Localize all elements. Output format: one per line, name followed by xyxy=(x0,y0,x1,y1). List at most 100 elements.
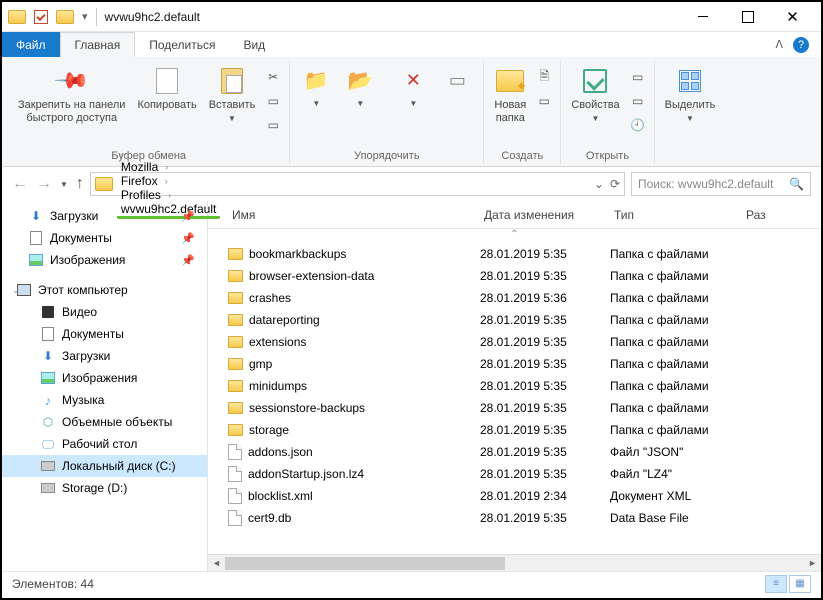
file-list[interactable]: bookmarkbackups28.01.2019 5:35Папка с фа… xyxy=(208,243,821,554)
horizontal-scrollbar[interactable]: ◄► xyxy=(208,554,821,571)
chevron-right-icon[interactable]: › xyxy=(165,190,174,200)
file-date: 28.01.2019 5:35 xyxy=(480,379,610,393)
open-icon[interactable]: ▭ xyxy=(628,67,648,87)
maximize-button[interactable] xyxy=(725,3,770,31)
group-open: Открыть xyxy=(586,150,629,164)
history-icon[interactable]: 🕘 xyxy=(628,115,648,135)
chevron-right-icon[interactable]: › xyxy=(162,176,171,186)
file-row[interactable]: extensions28.01.2019 5:35Папка с файлами xyxy=(208,331,821,353)
breadcrumb-segment[interactable]: Firefox› xyxy=(117,174,220,188)
file-date: 28.01.2019 5:35 xyxy=(480,313,610,327)
nav-item[interactable]: Локальный диск (C:) xyxy=(2,455,207,477)
tab-file[interactable]: Файл xyxy=(2,32,60,57)
moveto-button[interactable]: 📁▼ xyxy=(296,65,336,109)
delete-button[interactable]: ✕▼ xyxy=(393,65,433,109)
minimize-button[interactable] xyxy=(680,3,725,31)
file-row[interactable]: browser-extension-data28.01.2019 5:35Пап… xyxy=(208,265,821,287)
navigation-pane[interactable]: ⬇Загрузки📌Документы📌Изображения📌 ⌄ Этот … xyxy=(2,201,208,571)
nav-item[interactable]: Документы xyxy=(2,323,207,345)
col-size[interactable]: Раз xyxy=(742,208,821,222)
qat-dropdown[interactable]: ▾ xyxy=(82,10,88,23)
file-type: Папка с файлами xyxy=(610,379,742,393)
folder-icon xyxy=(228,424,243,436)
search-input[interactable]: Поиск: wvwu9hc2.default 🔍 xyxy=(631,172,811,196)
properties-button[interactable]: Свойства▼ xyxy=(567,65,623,124)
copyto-button[interactable]: 📂▼ xyxy=(340,65,380,109)
newfolder-button[interactable]: Новая папка xyxy=(490,65,530,125)
nav-item[interactable]: Изображения xyxy=(2,367,207,389)
breadcrumb-segment[interactable]: Profiles› xyxy=(117,188,220,202)
nav-item[interactable]: Storage (D:) xyxy=(2,477,207,499)
nav-item[interactable]: Документы📌 xyxy=(2,227,207,249)
back-button[interactable]: ← xyxy=(12,175,28,193)
file-name: minidumps xyxy=(249,379,307,393)
up-button[interactable]: ↑ xyxy=(76,175,84,193)
file-date: 28.01.2019 5:35 xyxy=(480,511,610,525)
nav-this-pc[interactable]: ⌄ Этот компьютер xyxy=(2,279,207,301)
file-row[interactable]: bookmarkbackups28.01.2019 5:35Папка с фа… xyxy=(208,243,821,265)
help-icon[interactable]: ? xyxy=(793,37,809,53)
nav-item[interactable]: 🖵Рабочий стол xyxy=(2,433,207,455)
tab-share[interactable]: Поделиться xyxy=(135,32,229,57)
file-row[interactable]: storage28.01.2019 5:35Папка с файлами xyxy=(208,419,821,441)
title-bar: ▾ wvwu9hc2.default ✕ xyxy=(2,2,821,32)
file-row[interactable]: datareporting28.01.2019 5:35Папка с файл… xyxy=(208,309,821,331)
nav-item[interactable]: ♪Музыка xyxy=(2,389,207,411)
col-date[interactable]: Дата изменения xyxy=(480,208,610,222)
tab-home[interactable]: Главная xyxy=(60,32,136,57)
copy-button[interactable]: Копировать xyxy=(133,65,200,112)
chevron-right-icon[interactable]: › xyxy=(162,162,171,172)
nav-item[interactable]: ⬇Загрузки📌 xyxy=(2,205,207,227)
cut-icon[interactable]: ✂ xyxy=(263,67,283,87)
breadcrumb-bar[interactable]: ›Mozilla›Firefox›Profiles›wvwu9hc2.defau… xyxy=(90,172,625,196)
paste-shortcut-icon[interactable]: ▭ xyxy=(263,115,283,135)
copypath-icon[interactable]: ▭ xyxy=(263,91,283,111)
file-icon xyxy=(228,510,242,526)
file-row[interactable]: blocklist.xml28.01.2019 2:34Документ XML xyxy=(208,485,821,507)
file-row[interactable]: addonStartup.json.lz428.01.2019 5:35Файл… xyxy=(208,463,821,485)
file-type: Папка с файлами xyxy=(610,247,742,261)
address-bar: ← → ▼ ↑ ›Mozilla›Firefox›Profiles›wvwu9h… xyxy=(2,167,821,201)
view-details-button[interactable]: ≡ xyxy=(765,575,787,593)
file-row[interactable]: sessionstore-backups28.01.2019 5:35Папка… xyxy=(208,397,821,419)
forward-button[interactable]: → xyxy=(36,175,52,193)
easyaccess-icon[interactable]: ▭ xyxy=(534,91,554,111)
col-type[interactable]: Тип xyxy=(610,208,742,222)
close-button[interactable]: ✕ xyxy=(770,3,815,31)
rename-button[interactable]: ▭ xyxy=(437,65,477,97)
history-dropdown[interactable]: ▼ xyxy=(60,180,68,189)
file-date: 28.01.2019 5:35 xyxy=(480,357,610,371)
nav-item[interactable]: Видео xyxy=(2,301,207,323)
file-name: cert9.db xyxy=(248,511,291,525)
file-date: 28.01.2019 5:36 xyxy=(480,291,610,305)
file-row[interactable]: cert9.db28.01.2019 5:35Data Base File xyxy=(208,507,821,529)
edit-icon[interactable]: ▭ xyxy=(628,91,648,111)
file-row[interactable]: crashes28.01.2019 5:36Папка с файлами xyxy=(208,287,821,309)
copy-icon xyxy=(156,68,178,94)
file-icon xyxy=(228,488,242,504)
item-count: Элементов: 44 xyxy=(12,577,94,591)
properties-icon[interactable] xyxy=(34,10,48,24)
folder-icon[interactable] xyxy=(56,10,74,24)
refresh-button[interactable]: ⟳ xyxy=(610,177,620,191)
expand-icon[interactable]: ⌄ xyxy=(12,285,20,296)
nav-item[interactable]: ⬇Загрузки xyxy=(2,345,207,367)
file-row[interactable]: minidumps 28.01.2019 5:35Папка с файлами xyxy=(208,375,821,397)
view-icons-button[interactable]: ▦ xyxy=(789,575,811,593)
select-button[interactable]: Выделить▼ xyxy=(661,65,720,124)
breadcrumb-segment[interactable]: Mozilla› xyxy=(117,160,220,174)
newitem-icon[interactable]: 🗎 xyxy=(534,67,554,87)
file-row[interactable]: gmp28.01.2019 5:35Папка с файлами xyxy=(208,353,821,375)
col-name[interactable]: Имя xyxy=(228,208,480,222)
paste-button[interactable]: Вставить ▼ xyxy=(205,65,260,124)
nav-item[interactable]: Изображения📌 xyxy=(2,249,207,271)
img-icon xyxy=(40,371,56,385)
file-row[interactable]: addons.json28.01.2019 5:35Файл "JSON" xyxy=(208,441,821,463)
nav-item[interactable]: ⬡Объемные объекты xyxy=(2,411,207,433)
expand-groups[interactable]: ⌃ xyxy=(208,229,821,243)
address-dropdown[interactable]: ⌄ xyxy=(594,177,604,191)
tab-view[interactable]: Вид xyxy=(229,32,279,57)
collapse-ribbon-icon[interactable]: ᐱ xyxy=(775,38,783,51)
pin-quickaccess-button[interactable]: 📌 Закрепить на панели быстрого доступа xyxy=(14,65,129,125)
file-name: blocklist.xml xyxy=(248,489,313,503)
